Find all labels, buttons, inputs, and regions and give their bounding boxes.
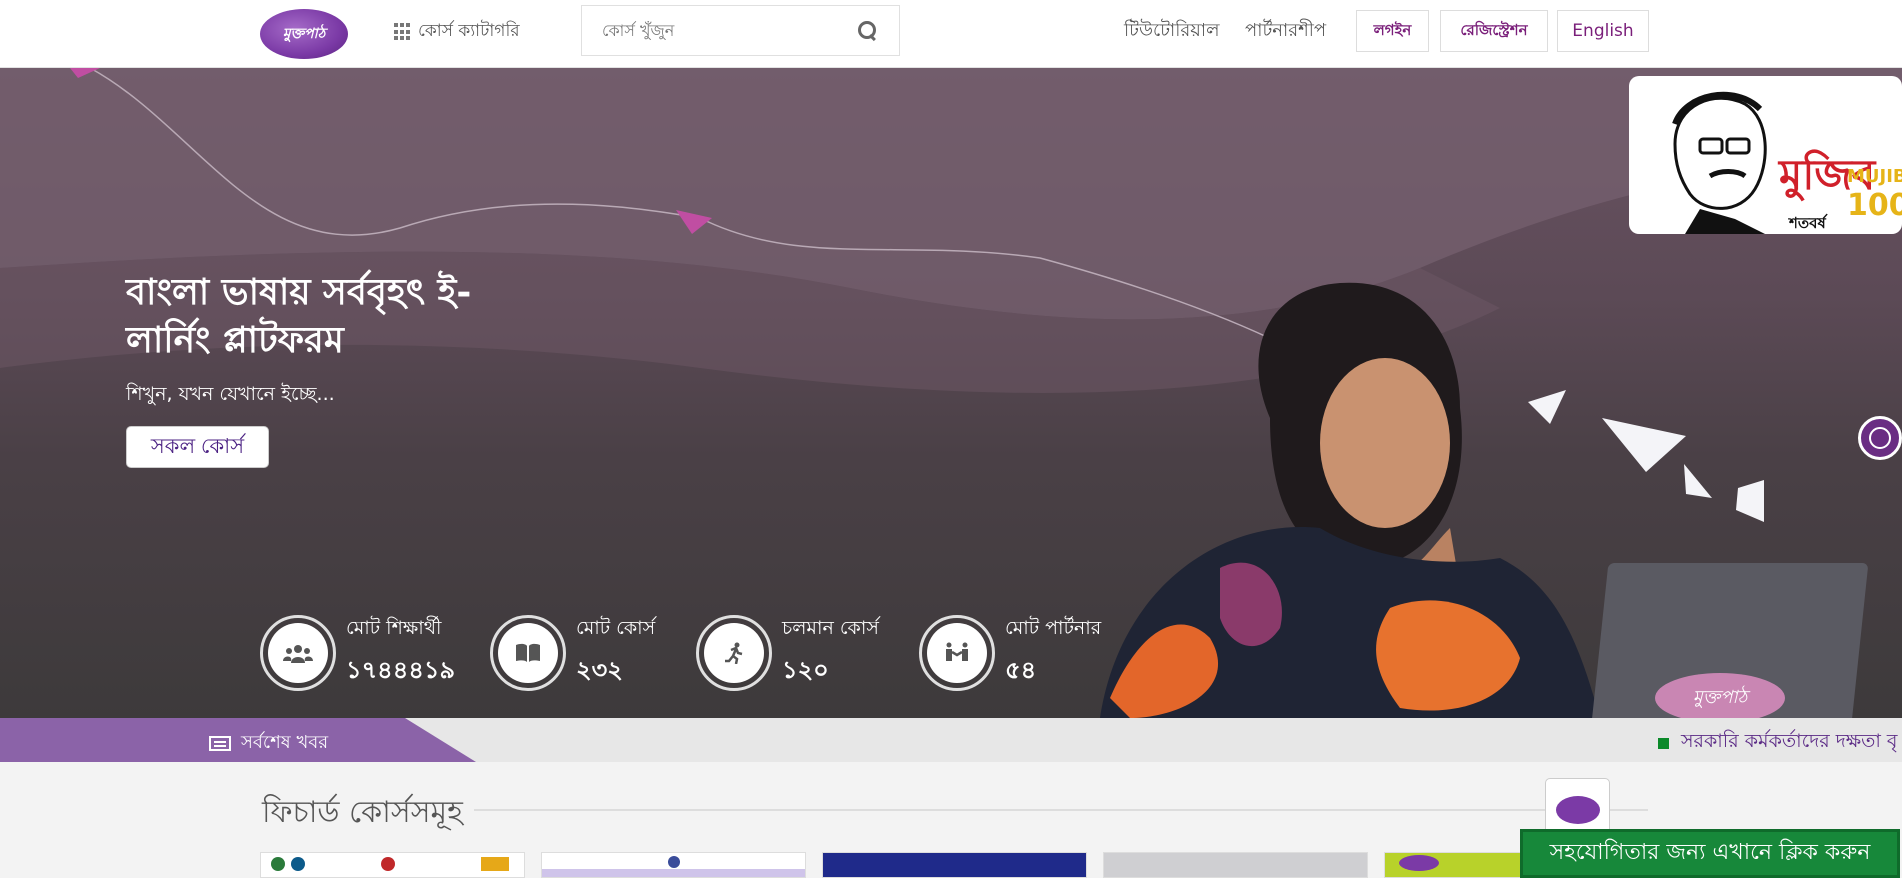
stat-value: ২৩২ [576,656,623,684]
book-icon [498,623,558,683]
mujib-english-text: MUJIB [1847,166,1902,187]
stat-value: ১৭৪৪৪১৯ [346,656,456,684]
site-header: মুক্তপাঠ কোর্স ক্যাটাগরি টিউটোরিয়াল পার… [0,0,1902,68]
stat-value: ১২০ [782,656,829,684]
news-bar: সর্বশেষ খবর সরকারি কর্মকর্তাদের দক্ষতা ব… [0,718,1902,762]
language-button[interactable]: English [1557,10,1649,52]
stat-total-students: মোট শিক্ষার্থী ১৭৪৪৪১৯ [260,614,455,692]
featured-divider [474,809,1648,811]
login-button[interactable]: লগইন [1356,10,1429,52]
course-card[interactable] [1103,852,1368,878]
muktopaath-logo-icon [1555,796,1600,824]
course-card-logo-icon [668,856,680,868]
running-icon [704,623,764,683]
search-box [581,5,900,56]
latest-news-label[interactable]: সর্বশেষ খবর [209,728,328,759]
course-category-label: কোর্স ক্যাটাগরি [418,21,520,41]
stat-label: মোট কোর্স [576,617,656,639]
course-card-logo-icon [271,857,285,871]
site-logo[interactable]: মুক্তপাঠ [260,9,348,59]
mujib-portrait [1672,91,1767,234]
all-courses-button[interactable]: সকল কোর্স [126,426,269,468]
accessibility-button[interactable] [1858,416,1902,460]
stat-label: মোট পার্টনার [1005,617,1102,639]
mujib-100-badge[interactable]: মুজিব শতবর্ষ MUJIB 100 [1629,76,1902,234]
search-icon[interactable] [857,20,879,42]
course-card-logo-icon [481,857,509,871]
mujib-sub-text: শতবর্ষ [1789,214,1826,232]
stat-total-courses: মোট কোর্স ২৩২ [490,614,655,692]
help-button[interactable]: সহযোগিতার জন্য এখানে ক্লিক করুন [1520,829,1900,878]
ticker-bullet-icon [1658,737,1669,749]
hero-student-image [1100,282,1600,718]
news-ticker[interactable]: সরকারি কর্মকর্তাদের দক্ষতা বৃ [1658,727,1898,759]
users-icon [268,623,328,683]
nav-tutorial[interactable]: টিউটোরিয়াল [1124,16,1220,47]
hero-headline: বাংলা ভাষায় সর্ববৃহৎ ই-লার্নিং প্লাটফরম [126,271,472,361]
mujib-100-text: 100 [1847,188,1902,223]
stat-label: মোট শিক্ষার্থী [346,617,442,639]
course-category-menu[interactable]: কোর্স ক্যাটাগরি [394,18,520,46]
logo-text: মুক্তপাঠ [282,26,326,42]
stat-running-courses: চলমান কোর্স ১২০ [696,614,879,692]
latest-news-text: সর্বশেষ খবর [241,732,329,753]
ticker-text: সরকারি কর্মকর্তাদের দক্ষতা বৃ [1681,730,1898,752]
stat-label: চলমান কোর্স [782,617,879,639]
stat-value: ৫৪ [1005,656,1037,684]
hero-tagline: শিখুন, যখন যেখানে ইচ্ছে... [126,383,335,405]
nav-partnership[interactable]: পার্টনারশীপ [1245,16,1326,47]
search-input[interactable] [602,21,857,40]
stat-icon-ring [919,615,995,691]
stat-icon-ring [260,615,336,691]
laptop-logo: মুক্তপাঠ [1655,673,1785,718]
featured-courses-title: ফিচার্ড কোর্সসমূহ [262,795,463,830]
grid-icon [394,23,412,41]
newspaper-icon [209,736,231,751]
course-card[interactable] [822,852,1087,878]
course-card[interactable] [260,852,525,878]
course-card-logo-icon [381,857,395,871]
stat-icon-ring [490,615,566,691]
stat-total-partners: মোট পার্টনার ৫৪ [919,614,1101,692]
handshake-icon [927,623,987,683]
course-card-logo-icon [291,857,305,871]
course-card[interactable] [541,852,806,878]
stat-icon-ring [696,615,772,691]
accessibility-icon [1869,427,1891,449]
course-card-logo-icon [1399,855,1439,871]
register-button[interactable]: রেজিস্ট্রেশন [1440,10,1548,52]
